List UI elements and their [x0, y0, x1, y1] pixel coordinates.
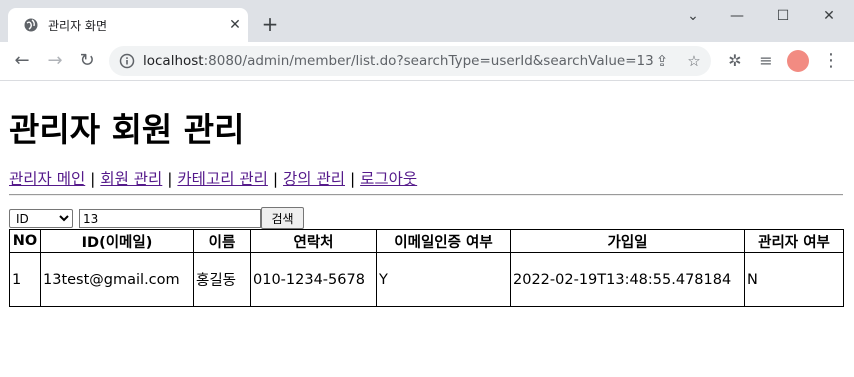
search-type-select[interactable]: ID: [9, 209, 73, 228]
tab-strip: 관리자 화면 ✕ + ⌄ — ☐ ✕: [0, 0, 854, 42]
minimize-icon[interactable]: —: [726, 6, 748, 26]
share-icon[interactable]: ⇪: [654, 53, 670, 69]
cell-email-verified: Y: [376, 252, 511, 307]
info-icon[interactable]: [119, 53, 135, 69]
nav-separator: |: [349, 170, 356, 188]
search-input[interactable]: [79, 209, 261, 228]
url-path: :8080/admin/member/list.do?searchType=us…: [203, 53, 654, 69]
nav-link-category-manage[interactable]: 카테고리 관리: [177, 170, 268, 188]
nav-link-admin-main[interactable]: 관리자 메인: [9, 170, 85, 188]
url-host: localhost: [143, 53, 204, 69]
new-tab-icon[interactable]: +: [260, 14, 280, 34]
cell-email: 13test@gmail.com: [40, 252, 194, 307]
divider: [9, 194, 843, 196]
tab-title: 관리자 화면: [48, 19, 108, 33]
nav-separator: |: [272, 170, 279, 188]
browser-chrome: 관리자 화면 ✕ + ⌄ — ☐ ✕ ← → ↻ localhost:8080/…: [0, 0, 854, 81]
cell-join-date: 2022-02-19T13:48:55.478184: [510, 252, 745, 307]
admin-nav: 관리자 메인 | 회원 관리 | 카테고리 관리 | 강의 관리 | 로그아웃: [9, 167, 417, 189]
search-button[interactable]: 검색: [261, 207, 304, 229]
nav-link-course-manage[interactable]: 강의 관리: [283, 170, 345, 188]
nav-link-logout[interactable]: 로그아웃: [360, 170, 417, 188]
close-window-icon[interactable]: ✕: [818, 6, 840, 26]
reload-icon[interactable]: ↻: [76, 50, 98, 72]
nav-link-member-manage[interactable]: 회원 관리: [100, 170, 162, 188]
page-content: 관리자 회원 관리 관리자 메인 | 회원 관리 | 카테고리 관리 | 강의 …: [0, 81, 854, 377]
browser-tab[interactable]: 관리자 화면 ✕: [8, 8, 248, 42]
cell-admin: N: [744, 252, 844, 307]
column-header-name: 이름: [193, 229, 251, 253]
member-table: NO ID(이메일) 이름 연락처 이메일인증 여부 가입일 관리자 여부 1 …: [9, 229, 844, 307]
forward-icon[interactable]: →: [44, 50, 66, 72]
profile-avatar[interactable]: [787, 50, 809, 72]
back-icon[interactable]: ←: [11, 50, 33, 72]
address-bar[interactable]: localhost:8080/admin/member/list.do?sear…: [109, 46, 711, 76]
cell-no: 1: [9, 252, 41, 307]
browser-toolbar: ← → ↻ localhost:8080/admin/member/list.d…: [0, 42, 854, 81]
nav-separator: |: [90, 170, 96, 188]
extensions-icon[interactable]: ✲: [725, 51, 745, 71]
maximize-icon[interactable]: ☐: [772, 6, 794, 26]
close-tab-icon[interactable]: ✕: [226, 16, 244, 34]
nav-separator: |: [167, 170, 173, 188]
column-header-phone: 연락처: [250, 229, 377, 253]
menu-icon[interactable]: ⋮: [822, 50, 840, 72]
table-row: 1 13test@gmail.com 홍길동 010-1234-5678 Y 2…: [9, 252, 844, 307]
page-title: 관리자 회원 관리: [9, 110, 245, 149]
globe-icon: [24, 18, 38, 32]
cell-phone: 010-1234-5678: [250, 252, 377, 307]
media-icon[interactable]: ≡: [756, 51, 776, 71]
bookmark-star-icon[interactable]: ☆: [686, 53, 702, 69]
cell-name: 홍길동: [193, 252, 251, 307]
column-header-admin: 관리자 여부: [744, 229, 844, 253]
column-header-id: ID(이메일): [40, 229, 194, 253]
tab-search-icon[interactable]: ⌄: [682, 6, 704, 26]
column-header-no: NO: [9, 229, 41, 253]
table-header-row: NO ID(이메일) 이름 연락처 이메일인증 여부 가입일 관리자 여부: [9, 229, 844, 253]
column-header-email-verified: 이메일인증 여부: [376, 229, 511, 253]
url-text: localhost:8080/admin/member/list.do?sear…: [143, 53, 654, 69]
column-header-join-date: 가입일: [510, 229, 745, 253]
